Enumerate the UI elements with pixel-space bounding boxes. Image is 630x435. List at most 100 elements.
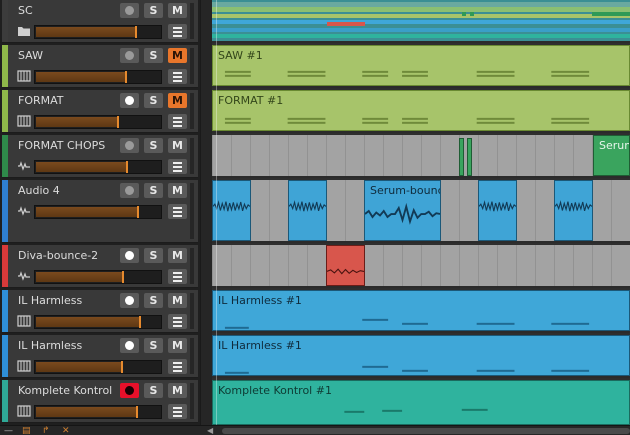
volume-fader[interactable] (34, 205, 162, 219)
track-menu-button[interactable] (168, 69, 187, 84)
audio-clip[interactable] (459, 138, 464, 176)
volume-handle[interactable] (135, 26, 137, 38)
arranger-timeline[interactable]: SAW #1 FORMAT #1 Seru Serum-bounc IL Har… (212, 0, 630, 425)
track-menu-button[interactable] (168, 269, 187, 284)
audio-clip[interactable] (467, 138, 472, 176)
volume-fader[interactable] (34, 360, 162, 374)
layout-icon[interactable]: ▤ (22, 427, 31, 435)
audio-clip[interactable]: Serum-bounc (364, 180, 441, 241)
solo-button[interactable]: S (144, 183, 163, 198)
audio-clip[interactable]: Serum (593, 135, 630, 176)
track-menu-button[interactable] (168, 24, 187, 39)
record-arm-button[interactable] (120, 183, 139, 198)
solo-button[interactable]: S (144, 93, 163, 108)
track-name[interactable]: SAW (18, 49, 43, 62)
solo-button[interactable]: S (144, 338, 163, 353)
track-header[interactable]: SAW S M (2, 45, 198, 88)
record-dot-icon (125, 141, 134, 150)
mute-button[interactable]: M (168, 248, 187, 263)
track-name[interactable]: FORMAT (18, 94, 64, 107)
record-arm-button[interactable] (120, 248, 139, 263)
close-icon[interactable]: ✕ (62, 427, 70, 435)
mute-button[interactable]: M (168, 3, 187, 18)
track-menu-button[interactable] (168, 359, 187, 374)
mute-button[interactable]: M (168, 383, 187, 398)
track-header[interactable]: FORMAT S M (2, 90, 198, 133)
record-arm-button[interactable] (120, 48, 139, 63)
volume-handle[interactable] (121, 361, 123, 373)
track-name[interactable]: Audio 4 (18, 184, 60, 197)
volume-handle[interactable] (117, 116, 119, 128)
track-menu-button[interactable] (168, 314, 187, 329)
record-arm-button[interactable] (120, 93, 139, 108)
volume-fader[interactable] (34, 160, 162, 174)
mute-button[interactable]: M (168, 48, 187, 63)
volume-fader[interactable] (34, 270, 162, 284)
solo-button[interactable]: S (144, 138, 163, 153)
track-header[interactable]: FORMAT CHOPS S M (2, 135, 198, 178)
track-name[interactable]: FORMAT CHOPS (18, 139, 105, 152)
record-dot-icon (125, 386, 134, 395)
volume-fill (36, 72, 126, 82)
solo-button[interactable]: S (144, 3, 163, 18)
audio-clip[interactable] (478, 180, 517, 241)
volume-handle[interactable] (136, 406, 138, 418)
level-meter (190, 383, 194, 419)
track-menu-button[interactable] (168, 204, 187, 219)
volume-fader[interactable] (34, 115, 162, 129)
audio-clip[interactable] (326, 245, 365, 286)
solo-button[interactable]: S (144, 248, 163, 263)
mute-button[interactable]: M (168, 93, 187, 108)
track-menu-button[interactable] (168, 114, 187, 129)
horizontal-scrollbar[interactable] (222, 428, 630, 434)
record-arm-button[interactable] (120, 338, 139, 353)
record-arm-button[interactable] (120, 3, 139, 18)
note-clip[interactable]: SAW #1 (212, 45, 630, 86)
volume-handle[interactable] (122, 271, 124, 283)
track-header[interactable]: IL Harmless S M (2, 290, 198, 333)
track-menu-button[interactable] (168, 404, 187, 419)
audio-clip[interactable] (288, 180, 327, 241)
track-name[interactable]: Diva-bounce-2 (18, 249, 98, 262)
note-clip[interactable]: IL Harmless #1 (212, 290, 630, 331)
solo-button[interactable]: S (144, 383, 163, 398)
track-header[interactable]: Audio 4 S M (2, 180, 198, 243)
volume-fader[interactable] (34, 70, 162, 84)
piano-icon (17, 315, 31, 327)
mute-button[interactable]: M (168, 138, 187, 153)
volume-handle[interactable] (125, 71, 127, 83)
scroll-left-icon[interactable]: ◀ (207, 426, 213, 435)
volume-handle[interactable] (126, 161, 128, 173)
audio-clip[interactable] (554, 180, 593, 241)
track-header[interactable]: Diva-bounce-2 S M (2, 245, 198, 288)
mute-button[interactable]: M (168, 293, 187, 308)
playhead[interactable] (216, 0, 217, 425)
volume-fader[interactable] (34, 405, 162, 419)
audio-clip[interactable] (212, 180, 251, 241)
volume-fader[interactable] (34, 25, 162, 39)
note-clip[interactable]: Komplete Kontrol #1 (212, 380, 630, 425)
track-menu-button[interactable] (168, 159, 187, 174)
mute-button[interactable]: M (168, 183, 187, 198)
mute-button[interactable]: M (168, 338, 187, 353)
volume-fader[interactable] (34, 315, 162, 329)
track-name[interactable]: IL Harmless (18, 294, 82, 307)
track-name[interactable]: IL Harmless (18, 339, 82, 352)
track-name[interactable]: Komplete Kontrol (18, 384, 112, 397)
solo-button[interactable]: S (144, 48, 163, 63)
solo-button[interactable]: S (144, 293, 163, 308)
volume-handle[interactable] (137, 206, 139, 218)
tracks-icon[interactable]: — (4, 427, 13, 435)
record-arm-button[interactable] (120, 383, 139, 398)
track-header[interactable]: SC S M (2, 0, 198, 43)
record-arm-button[interactable] (120, 293, 139, 308)
track-name[interactable]: SC (18, 4, 33, 17)
track-header[interactable]: IL Harmless S M (2, 335, 198, 378)
record-arm-button[interactable] (120, 138, 139, 153)
track-header[interactable]: Komplete Kontrol S M (2, 380, 198, 423)
note-clip[interactable]: FORMAT #1 (212, 90, 630, 131)
note-clip[interactable]: IL Harmless #1 (212, 335, 630, 376)
waveform (213, 200, 250, 212)
volume-handle[interactable] (139, 316, 141, 328)
arrow-icon[interactable]: ↱ (42, 427, 50, 435)
